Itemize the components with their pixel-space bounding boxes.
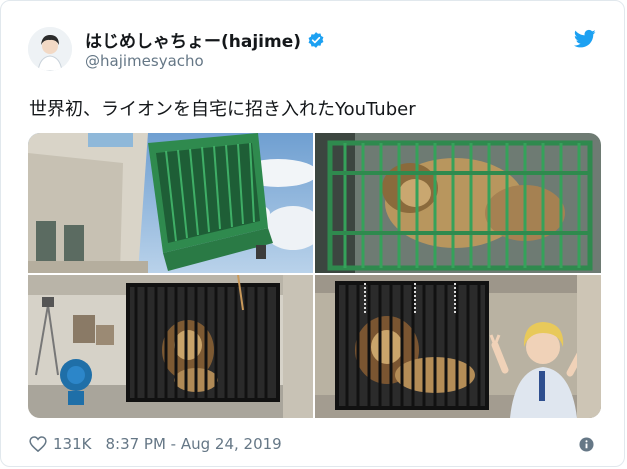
- verified-badge-icon: [308, 31, 324, 48]
- display-name[interactable]: はじめしゃちょー(hajime): [85, 27, 325, 52]
- heart-icon[interactable]: [29, 436, 47, 452]
- photo-cage-lift[interactable]: [28, 133, 313, 273]
- user-handle[interactable]: @hajimesyacho: [85, 52, 204, 70]
- photo-lion-cage-close[interactable]: [315, 133, 601, 273]
- info-icon[interactable]: [579, 437, 594, 452]
- twitter-bird-icon[interactable]: [574, 29, 596, 49]
- media-grid: [28, 133, 601, 418]
- photo-lion-garage[interactable]: [28, 275, 313, 418]
- display-name-text[interactable]: はじめしゃちょー(hajime): [85, 27, 301, 52]
- tweet-timestamp[interactable]: 8:37 PM - Aug 24, 2019: [105, 435, 281, 453]
- tweet-footer: 131K 8:37 PM - Aug 24, 2019: [29, 435, 282, 453]
- avatar[interactable]: [28, 27, 72, 71]
- like-count[interactable]: 131K: [53, 435, 91, 453]
- photo-person-with-lion[interactable]: [315, 275, 601, 418]
- tweet-text: 世界初、ライオンを自宅に招き入れたYouTuber: [29, 99, 416, 120]
- tweet-card: はじめしゃちょー(hajime) @hajimesyacho 世界初、ライオンを…: [0, 0, 625, 467]
